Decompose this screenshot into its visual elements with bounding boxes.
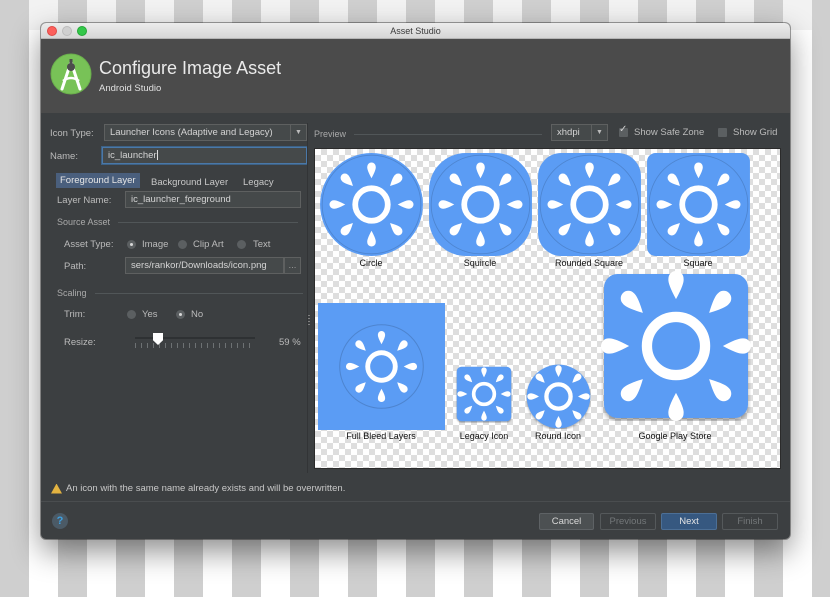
asset-type-clipart-label[interactable]: Clip Art: [193, 239, 224, 250]
sun-icon: [538, 153, 641, 256]
asset-type-image-radio[interactable]: [127, 240, 136, 249]
caption-play-store: Google Play Store: [638, 431, 712, 441]
caption-squircle: Squircle: [463, 258, 497, 268]
preview-section: Preview: [314, 129, 543, 139]
section-divider: [118, 221, 299, 223]
trim-no-label[interactable]: No: [191, 309, 203, 320]
caption-rounded-square: Rounded Square: [554, 258, 624, 268]
section-divider: [354, 133, 543, 135]
previous-button[interactable]: Previous: [600, 513, 656, 530]
trim-yes-radio[interactable]: [127, 310, 136, 319]
splitter-handle[interactable]: [308, 313, 310, 325]
finish-button[interactable]: Finish: [722, 513, 778, 530]
maximize-window-button[interactable]: [77, 26, 87, 36]
trim-yes-label[interactable]: Yes: [142, 309, 158, 320]
tab-background-layer[interactable]: Background Layer: [147, 175, 233, 190]
trim-no-radio[interactable]: [176, 310, 185, 319]
icon-background-shape: [318, 303, 445, 430]
name-input-value: ic_launcher: [108, 150, 157, 161]
caption-square: Square: [683, 258, 713, 268]
icon-type-value: Launcher Icons (Adaptive and Legacy): [110, 127, 273, 138]
path-input[interactable]: sers/rankor/Downloads/icon.png: [125, 257, 284, 274]
asset-type-text-radio[interactable]: [237, 240, 246, 249]
density-value: xhdpi: [557, 127, 580, 138]
sun-icon: [456, 366, 512, 422]
window-title: Asset Studio: [390, 26, 441, 36]
preview-heading: Preview: [314, 129, 347, 139]
preview-legacy: [455, 365, 513, 423]
preview-circle: [319, 152, 424, 257]
density-select[interactable]: xhdpi ▼: [551, 124, 608, 141]
panel-divider: [307, 123, 308, 473]
preview-full-bleed: [318, 303, 445, 430]
caption-full-bleed: Full Bleed Layers: [346, 431, 416, 441]
slider-ticks: [135, 343, 255, 348]
preview-squircle: [428, 152, 533, 257]
icon-type-label: Icon Type:: [50, 128, 94, 139]
name-label: Name:: [50, 151, 78, 162]
asset-type-clipart-radio[interactable]: [178, 240, 187, 249]
name-input[interactable]: ic_launcher: [102, 147, 307, 164]
warning-text: An icon with the same name already exist…: [66, 483, 346, 494]
resize-slider[interactable]: [135, 332, 255, 348]
caption-legacy: Legacy Icon: [459, 431, 509, 441]
show-grid-label[interactable]: Show Grid: [733, 127, 777, 138]
warning-message: An icon with the same name already exist…: [51, 483, 345, 494]
help-icon[interactable]: ?: [52, 513, 68, 529]
sun-icon: [318, 303, 445, 430]
scaling-section: Scaling: [57, 288, 303, 298]
sun-icon: [647, 153, 750, 256]
source-asset-section: Source Asset: [57, 217, 299, 227]
layer-name-input[interactable]: ic_launcher_foreground: [125, 191, 301, 208]
sun-icon: [429, 153, 532, 256]
warning-icon: [51, 483, 62, 494]
icon-type-select[interactable]: Launcher Icons (Adaptive and Legacy) ▼: [104, 124, 307, 141]
preview-play-store: [601, 271, 751, 421]
minimize-window-button[interactable]: [62, 26, 72, 36]
preview-round: [526, 364, 591, 429]
chevron-down-icon: ▼: [591, 125, 607, 140]
browse-button[interactable]: ...: [284, 257, 301, 274]
tab-legacy[interactable]: Legacy: [239, 175, 278, 190]
asset-type-label: Asset Type:: [64, 239, 114, 250]
show-safe-zone-label[interactable]: Show Safe Zone: [634, 127, 704, 138]
preview-square: [646, 152, 751, 257]
resize-label: Resize:: [64, 337, 96, 348]
preview-rounded-square: [537, 152, 642, 257]
resize-value: 59 %: [279, 337, 301, 348]
footer-divider: [41, 501, 790, 502]
cancel-button[interactable]: Cancel: [539, 513, 594, 530]
scaling-heading: Scaling: [57, 288, 87, 298]
caption-round: Round Icon: [534, 431, 582, 441]
text-cursor: [156, 150, 158, 161]
close-window-button[interactable]: [47, 26, 57, 36]
section-divider: [94, 292, 303, 294]
show-grid-checkbox[interactable]: [718, 128, 727, 137]
chevron-down-icon: ▼: [290, 125, 306, 140]
show-safe-zone-checkbox[interactable]: [619, 124, 628, 137]
layer-name-label: Layer Name:: [57, 195, 112, 206]
wizard-header: Configure Image Asset Android Studio: [41, 39, 790, 113]
sun-icon: [601, 271, 751, 421]
sun-icon: [526, 364, 591, 429]
title-bar: Asset Studio: [41, 23, 790, 39]
window-controls: [47, 26, 87, 36]
page-title: Configure Image Asset: [99, 58, 282, 78]
asset-studio-window: Asset Studio Configure Image Asset Andro…: [41, 23, 790, 539]
source-asset-heading: Source Asset: [57, 217, 111, 227]
page-subtitle: Android Studio: [99, 83, 162, 94]
tab-foreground-layer[interactable]: Foreground Layer: [56, 173, 140, 188]
caption-circle: Circle: [359, 258, 383, 268]
asset-type-image-label[interactable]: Image: [142, 239, 168, 250]
android-studio-logo-icon: [50, 53, 92, 95]
sun-icon: [320, 153, 423, 256]
path-label: Path:: [64, 261, 87, 272]
next-button[interactable]: Next: [661, 513, 717, 530]
asset-type-text-label[interactable]: Text: [253, 239, 270, 250]
trim-label: Trim:: [64, 309, 86, 320]
preview-canvas: Circle Squircle Rounded Square Square Fu…: [314, 148, 781, 469]
